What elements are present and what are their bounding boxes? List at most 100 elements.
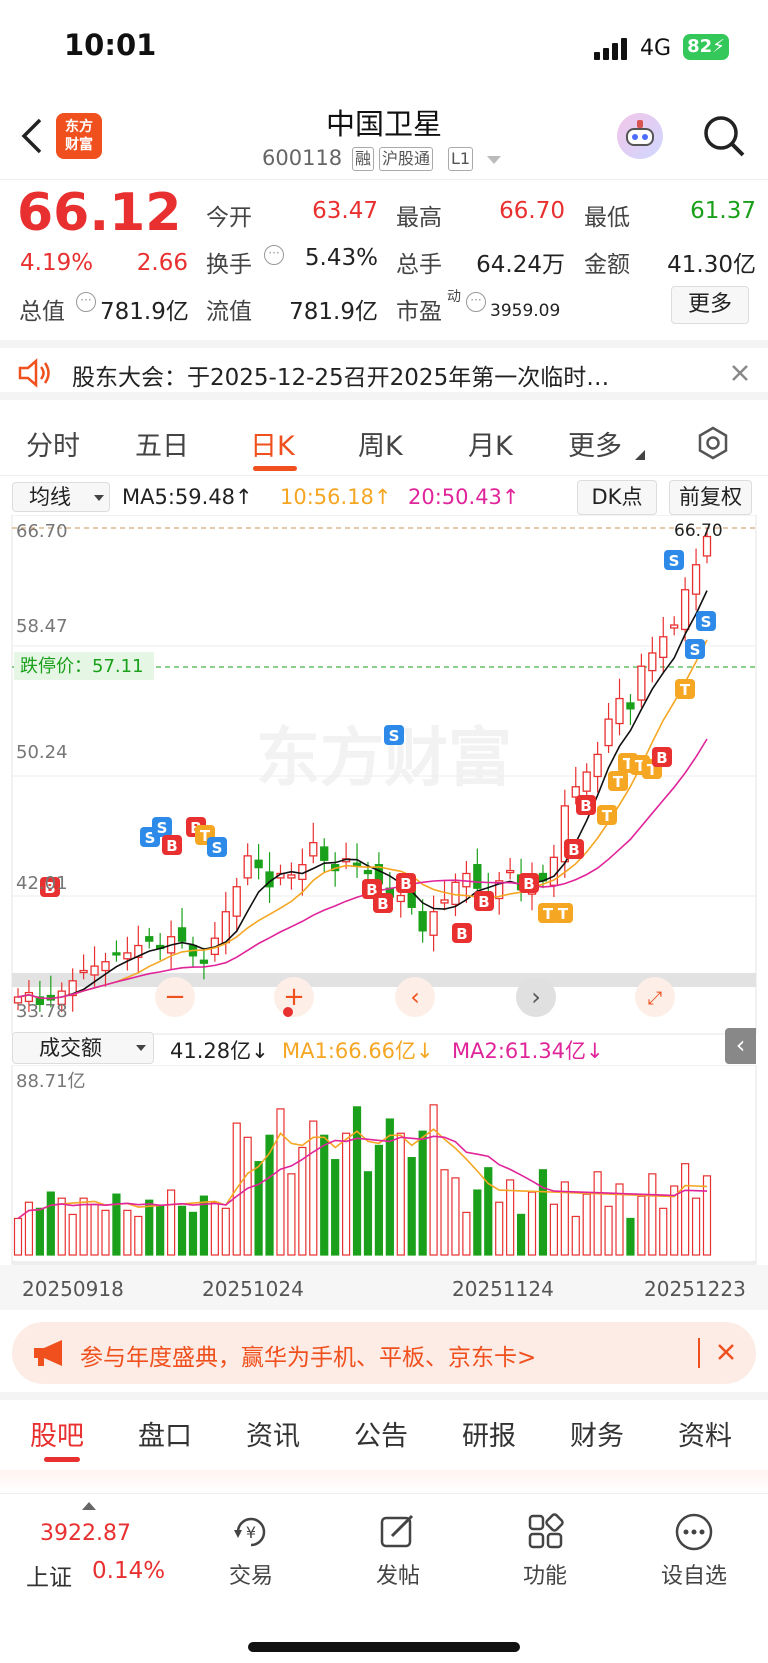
price-max-label: 66.70: [16, 521, 68, 542]
volume-select[interactable]: 成交额: [12, 1032, 154, 1064]
grid-icon[interactable]: [526, 1512, 566, 1552]
tag-margin: 融: [352, 147, 375, 171]
gear-icon[interactable]: [696, 426, 730, 460]
tab-research[interactable]: 研报: [462, 1414, 516, 1453]
signal-label: S: [389, 727, 400, 745]
more-button[interactable]: 更多: [671, 286, 749, 324]
tab-forum[interactable]: 股吧: [30, 1414, 84, 1453]
tab-5day[interactable]: 五日: [135, 424, 189, 463]
dropdown-icon: [94, 495, 104, 501]
pe-value: 3959.09: [490, 301, 561, 321]
candle: [615, 697, 624, 725]
more-dots-icon[interactable]: [674, 1512, 714, 1552]
candle: [243, 855, 252, 879]
battery-icon: 82⚡: [683, 34, 729, 60]
low-label: 最低: [584, 205, 630, 231]
tab-orderbook[interactable]: 盘口: [138, 1414, 192, 1453]
tab-weekly-k[interactable]: 周K: [358, 424, 403, 463]
index-value[interactable]: 3922.87: [40, 1521, 131, 1546]
vol-ma1: MA1:66.66亿↓: [282, 1039, 434, 1063]
trade-icon[interactable]: ¥: [230, 1512, 272, 1552]
volume-bar: [210, 1201, 219, 1256]
nav-watchlist[interactable]: 设自选: [648, 1558, 740, 1590]
robot-assistant-icon[interactable]: [617, 113, 663, 159]
tab-daily-k[interactable]: 日K: [250, 424, 295, 463]
ma5-value: MA5:59.48↑: [122, 485, 253, 509]
nav-trade[interactable]: 交易: [206, 1558, 296, 1590]
index-name[interactable]: 上证: [26, 1558, 72, 1592]
volume-bar: [276, 1108, 285, 1256]
last-price: 66.12: [17, 183, 182, 243]
dk-button[interactable]: DK点: [577, 480, 657, 515]
high-label: 最高: [396, 205, 442, 231]
index-pct[interactable]: 0.14%: [92, 1558, 165, 1584]
signal-label: S: [212, 839, 223, 857]
signal-label: T: [558, 905, 569, 923]
candle: [90, 965, 99, 976]
candle: [396, 894, 405, 903]
adjust-button[interactable]: 前复权: [669, 480, 752, 515]
close-icon[interactable]: [730, 363, 750, 383]
tab-intraday[interactable]: 分时: [26, 424, 80, 463]
candle: [691, 564, 701, 595]
volume-bar: [571, 1215, 580, 1256]
notice-text[interactable]: 股东大会：于2025-12-25召开2025年第一次临时…: [72, 358, 609, 392]
volume-bar: [13, 1217, 23, 1256]
banner-text: 参与年度盛典，赢华为手机、平板、京东卡>: [80, 1345, 537, 1371]
nav-post[interactable]: 发帖: [353, 1558, 443, 1590]
price-level-4: 33.78: [16, 1001, 68, 1022]
volume-bar: [309, 1120, 318, 1256]
tab-announcements[interactable]: 公告: [354, 1414, 408, 1453]
edit-icon[interactable]: [378, 1512, 418, 1552]
home-indicator: [248, 1642, 520, 1652]
tab-profile[interactable]: 资料: [678, 1414, 732, 1453]
promo-banner[interactable]: 参与年度盛典，赢华为手机、平板、京东卡>: [12, 1322, 756, 1384]
signal-label: S: [690, 641, 701, 659]
tag-connect: 沪股通: [379, 147, 434, 171]
expand-icon: ⤢: [648, 988, 663, 1009]
candle: [79, 969, 88, 974]
volume-bar: [593, 1171, 602, 1256]
candle: [145, 936, 154, 942]
nav-functions[interactable]: 功能: [500, 1558, 590, 1590]
signal-label: T: [602, 807, 613, 825]
volume-bar: [659, 1207, 668, 1256]
volume-bar: [681, 1163, 690, 1256]
tab-more[interactable]: 更多: [568, 424, 622, 463]
date-label: 20251124: [452, 1277, 554, 1301]
info-icon[interactable]: ···: [76, 292, 96, 312]
dropdown-icon[interactable]: [487, 156, 501, 164]
volume-chart[interactable]: 88.71亿: [0, 1065, 768, 1265]
float-value: 781.9亿: [289, 299, 378, 325]
info-icon[interactable]: ···: [264, 245, 284, 265]
amount-value: 41.30亿: [667, 252, 756, 278]
volume-bar: [254, 1161, 263, 1256]
collapse-toggle[interactable]: ‹: [725, 1028, 756, 1064]
pe-sup: 动: [447, 289, 461, 305]
volume-bar: [352, 1106, 362, 1256]
limit-down-label: 跌停价：57.11: [20, 656, 144, 677]
candle: [473, 864, 482, 889]
candle: [680, 589, 690, 631]
price-level-2: 50.24: [16, 742, 68, 763]
volume-bar: [320, 1134, 329, 1256]
signal-label: S: [157, 819, 168, 837]
float-label: 流值: [206, 299, 252, 325]
info-icon[interactable]: ···: [466, 292, 486, 312]
volume-bar: [188, 1211, 198, 1256]
candle: [254, 859, 263, 869]
volume-bar: [626, 1217, 635, 1256]
search-icon[interactable]: [702, 114, 746, 158]
tab-monthly-k[interactable]: 月K: [468, 424, 513, 463]
kline-chart[interactable]: 东方财富 BSSBBTSSBBBBBBTTBBTTTTTBTSSS 跌停价：57…: [0, 515, 768, 1035]
signal-label: B: [166, 837, 177, 855]
ma20-value: 20:50.43↑: [408, 485, 520, 509]
tab-indicator: [253, 466, 297, 471]
battery-level: 82: [687, 36, 713, 57]
tab-news[interactable]: 资讯: [246, 1414, 300, 1453]
volume-value: 64.24万: [476, 252, 565, 278]
close-icon[interactable]: [716, 1342, 736, 1362]
tab-finance[interactable]: 财务: [570, 1414, 624, 1453]
megaphone-icon: [34, 1340, 62, 1366]
volume-bar: [495, 1201, 504, 1256]
